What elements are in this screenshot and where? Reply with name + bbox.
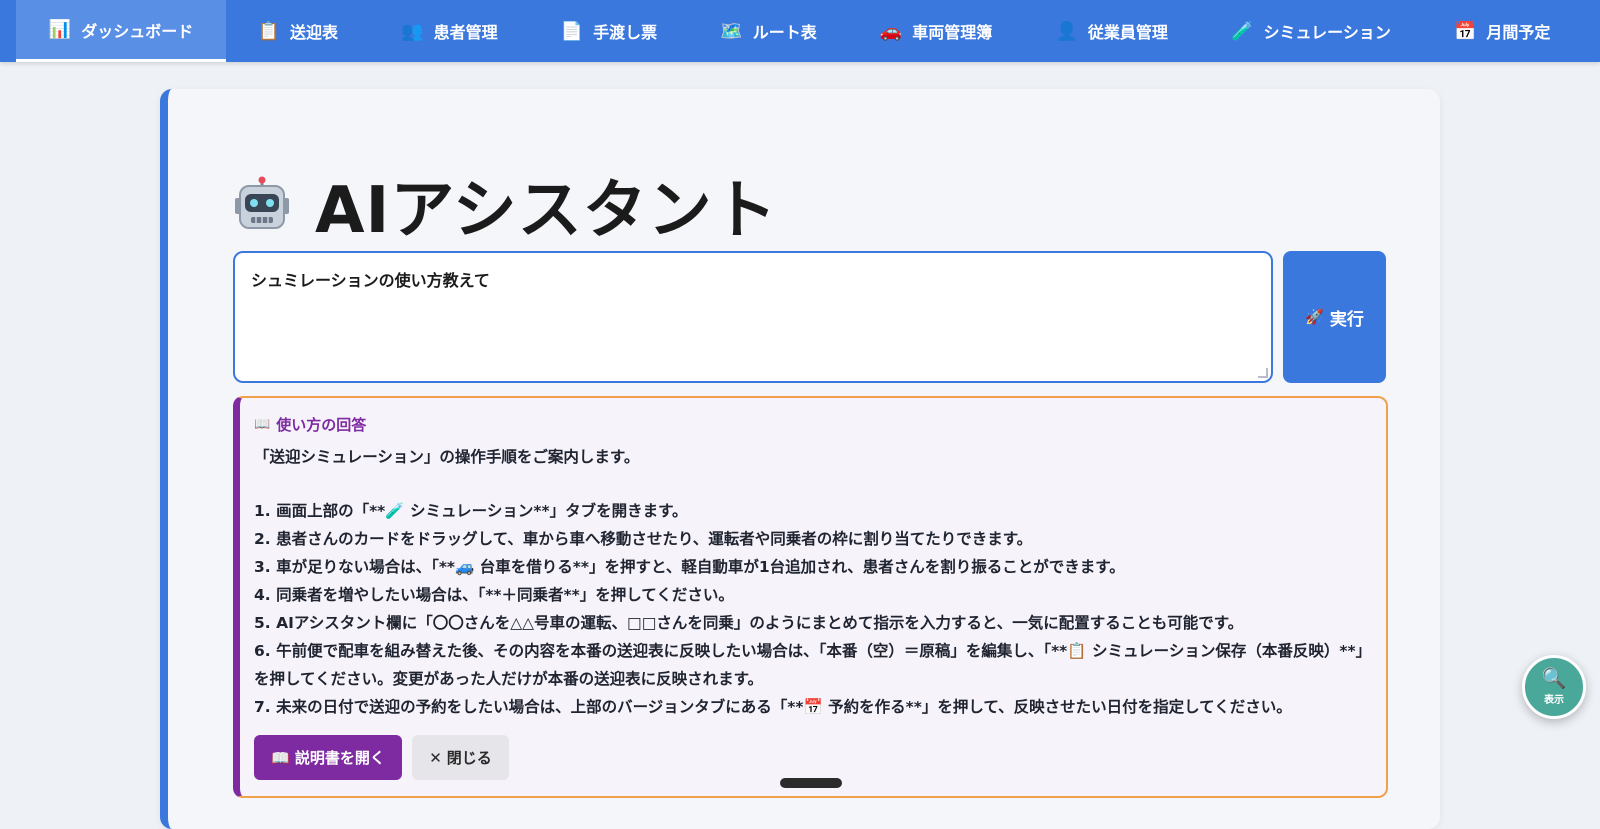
step-item: 3. 車が足りない場合は、「**🚙 台車を借りる**」を押すと、軽自動車が1台追… [254, 558, 1125, 576]
tab-label: 手渡し票 [593, 23, 658, 42]
step-item: 5. AIアシスタント欄に「〇〇さんを△△号車の運転、□□さんを同乗」のようにま… [254, 614, 1244, 632]
tab-pickup-table[interactable]: 📋 送迎表 [226, 0, 370, 62]
robot-icon [233, 176, 291, 234]
title-row: AIアシスタント [233, 159, 778, 251]
calendar-icon: 📅 [1453, 20, 1477, 42]
people-icon: 👥 [401, 20, 424, 42]
test-tube-icon: 🧪 [1231, 20, 1254, 42]
tab-employee-management[interactable]: 👤 従業員管理 [1024, 0, 1200, 62]
bar-chart-icon: 📊 [48, 19, 72, 40]
person-icon: 👤 [1055, 20, 1078, 42]
top-nav: 📊 ダッシュボード 📋 送迎表 👥 患者管理 📄 手渡し票 🗺️ ルート表 🚗 … [0, 0, 1600, 62]
tab-label: 患者管理 [433, 23, 498, 42]
rocket-icon: 🚀 [1305, 308, 1324, 326]
run-button-label: 実行 [1329, 309, 1364, 330]
tab-patient-management[interactable]: 👥 患者管理 [370, 0, 530, 62]
answer-heading: 📖 使い方の回答 [254, 414, 1370, 435]
document-icon: 📄 [560, 20, 584, 42]
magnifier-icon: 🔍 [1541, 666, 1567, 690]
tab-label: 車両管理簿 [912, 23, 993, 42]
book-icon: 📖 [254, 417, 271, 432]
panel-drag-handle[interactable] [780, 778, 842, 788]
tab-label: 従業員管理 [1087, 23, 1168, 42]
answer-panel: 📖 使い方の回答 「送迎シミュレーション」の操作手順をご案内します。 1. 画面… [233, 396, 1388, 798]
tab-label: ダッシュボード [81, 21, 194, 41]
close-label: 閉じる [446, 749, 492, 767]
tab-handover-slip[interactable]: 📄 手渡し票 [529, 0, 689, 62]
tab-route-table[interactable]: 🗺️ ルート表 [689, 0, 849, 62]
tab-label: シミュレーション [1263, 23, 1391, 42]
run-button[interactable]: 🚀 実行 [1283, 251, 1386, 383]
tab-label: 送迎表 [289, 23, 338, 42]
tab-simulation[interactable]: 🧪 シミュレーション [1199, 0, 1422, 62]
step-item: 7. 未来の日付で送迎の予約をしたい場合は、上部のバージョンタブにある「**📅 … [254, 698, 1292, 716]
tab-vehicle-log[interactable]: 🚗 車両管理簿 [848, 0, 1024, 62]
open-manual-label: 説明書を開く [294, 749, 385, 767]
tab-label: 月間予定 [1486, 23, 1551, 42]
book-icon: 📖 [271, 748, 290, 767]
tab-dashboard[interactable]: 📊 ダッシュボード [16, 0, 226, 62]
car-icon: 🚗 [879, 20, 903, 42]
show-fab-button[interactable]: 🔍 表示 [1522, 655, 1586, 719]
answer-intro: 「送迎シミュレーション」の操作手順をご案内します。 [254, 448, 640, 466]
close-icon: ✕ [429, 748, 442, 767]
step-item: 6. 午前便で配車を組み替えた後、その内容を本番の送迎表に反映したい場合は、「本… [254, 642, 1364, 688]
tab-monthly-schedule[interactable]: 📅 月間予定 [1422, 0, 1582, 62]
step-item: 4. 同乗者を増やしたい場合は、「**＋同乗者**」を押してください。 [254, 586, 734, 604]
prompt-text: シュミレーションの使い方教えて [251, 271, 490, 290]
answer-heading-label: 使い方の回答 [276, 416, 367, 434]
resize-grip-icon[interactable] [1258, 368, 1268, 378]
map-icon: 🗺️ [720, 20, 743, 42]
ai-assistant-card: AIアシスタント シュミレーションの使い方教えて 🚀 実行 📖 使い方の回答 「… [160, 89, 1440, 829]
answer-steps: 1. 画面上部の「**🧪 シミュレーション**」タブを開きます。 2. 患者さん… [254, 497, 1370, 721]
open-manual-button[interactable]: 📖 説明書を開く [254, 735, 402, 780]
clipboard-icon: 📋 [257, 20, 280, 42]
page-title: AIアシスタント [315, 174, 778, 248]
step-item: 2. 患者さんのカードをドラッグして、車から車へ移動させたり、運転者や同乗者の枠… [254, 530, 1033, 548]
step-item: 1. 画面上部の「**🧪 シミュレーション**」タブを開きます。 [254, 502, 688, 520]
fab-label: 表示 [1544, 695, 1564, 706]
prompt-input[interactable]: シュミレーションの使い方教えて [233, 251, 1273, 383]
answer-actions: 📖 説明書を開く ✕ 閉じる [254, 735, 509, 780]
close-button[interactable]: ✕ 閉じる [412, 735, 509, 780]
tab-label: ルート表 [752, 23, 817, 42]
